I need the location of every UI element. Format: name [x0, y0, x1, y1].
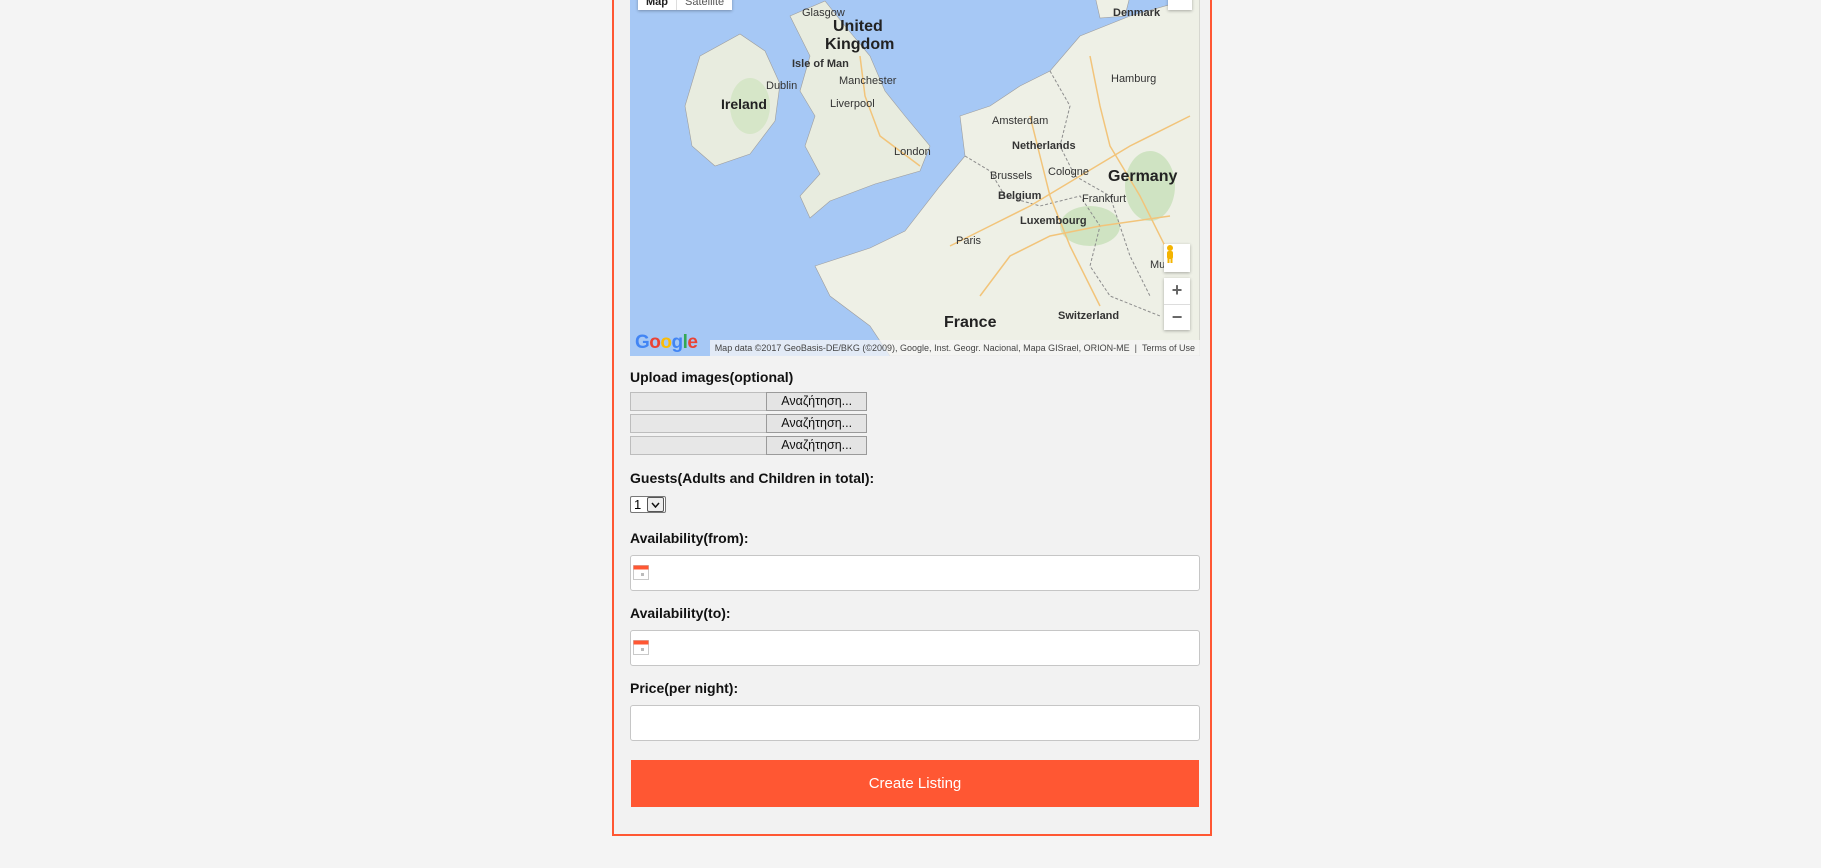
chevron-down-icon: [647, 497, 664, 512]
listing-form-panel: Glasgow United Kingdom Isle of Man Dubli…: [612, 0, 1212, 836]
map-label-liverpool: Liverpool: [830, 98, 875, 110]
map-label-brussels: Brussels: [990, 170, 1033, 182]
price-input[interactable]: [630, 705, 1200, 741]
zoom-control: + −: [1164, 278, 1190, 330]
map-label-london: London: [894, 146, 931, 158]
zoom-out-button[interactable]: −: [1164, 305, 1190, 331]
browse-button[interactable]: Αναζήτηση...: [766, 392, 867, 411]
map-label-amsterdam: Amsterdam: [992, 115, 1049, 127]
availability-from-input[interactable]: [630, 555, 1200, 591]
file-path-field[interactable]: [630, 392, 768, 411]
map-label-kingdom: Kingdom: [825, 36, 895, 53]
map-label-denmark: Denmark: [1113, 7, 1161, 19]
file-path-field[interactable]: [630, 436, 768, 455]
map-label-united: United: [833, 18, 883, 35]
map-label-luxembourg: Luxembourg: [1020, 215, 1087, 227]
file-input-1[interactable]: Αναζήτηση...: [630, 392, 867, 411]
map-attribution-text: Map data ©2017 GeoBasis-DE/BKG (©2009), …: [714, 343, 1130, 353]
google-logo: Google: [635, 332, 698, 353]
zoom-in-button[interactable]: +: [1164, 278, 1190, 305]
terms-of-use-link[interactable]: Terms of Use: [1142, 343, 1195, 353]
upload-images-label: Upload images(optional): [630, 369, 794, 385]
map-label-isle-of-man: Isle of Man: [792, 58, 849, 70]
browse-button[interactable]: Αναζήτηση...: [766, 414, 867, 433]
price-label: Price(per night):: [630, 680, 739, 696]
availability-from-label: Availability(from):: [630, 530, 749, 546]
fullscreen-button[interactable]: [1168, 0, 1192, 10]
map-label-hamburg: Hamburg: [1111, 73, 1157, 85]
map-label-paris: Paris: [956, 235, 982, 247]
file-input-2[interactable]: Αναζήτηση...: [630, 414, 867, 433]
map-type-satellite-button[interactable]: Satellite: [677, 0, 732, 10]
create-listing-button[interactable]: Create Listing: [631, 760, 1199, 807]
map-label-dublin: Dublin: [766, 80, 798, 92]
map-label-manchester: Manchester: [839, 75, 897, 87]
map-label-netherlands: Netherlands: [1012, 140, 1076, 152]
map-label-cologne: Cologne: [1048, 166, 1089, 178]
location-map[interactable]: Glasgow United Kingdom Isle of Man Dubli…: [630, 0, 1200, 356]
map-type-map-button[interactable]: Map: [638, 0, 677, 10]
street-view-pegman[interactable]: [1164, 244, 1190, 272]
guests-selected-value: 1: [634, 497, 642, 512]
map-label-ireland: Ireland: [721, 96, 767, 112]
guests-label: Guests(Adults and Children in total):: [630, 470, 875, 486]
availability-to-input[interactable]: [630, 630, 1200, 666]
file-path-field[interactable]: [630, 414, 768, 433]
map-label-france: France: [944, 314, 997, 331]
file-input-3[interactable]: Αναζήτηση...: [630, 436, 867, 455]
map-labels: Glasgow United Kingdom Isle of Man Dubli…: [630, 0, 1200, 356]
pegman-icon: [1167, 245, 1173, 263]
map-attribution: Map data ©2017 GeoBasis-DE/BKG (©2009), …: [709, 340, 1200, 356]
calendar-icon[interactable]: [633, 639, 649, 660]
availability-to-label: Availability(to):: [630, 605, 731, 621]
map-label-frankfurt: Frankfurt: [1082, 193, 1127, 205]
browse-button[interactable]: Αναζήτηση...: [766, 436, 867, 455]
map-label-belgium: Belgium: [998, 190, 1042, 202]
map-label-switzerland: Switzerland: [1058, 310, 1120, 322]
map-label-germany: Germany: [1108, 168, 1178, 185]
calendar-icon[interactable]: [633, 564, 649, 585]
map-type-control: Map Satellite: [638, 0, 733, 10]
guests-select[interactable]: 1: [630, 496, 666, 513]
